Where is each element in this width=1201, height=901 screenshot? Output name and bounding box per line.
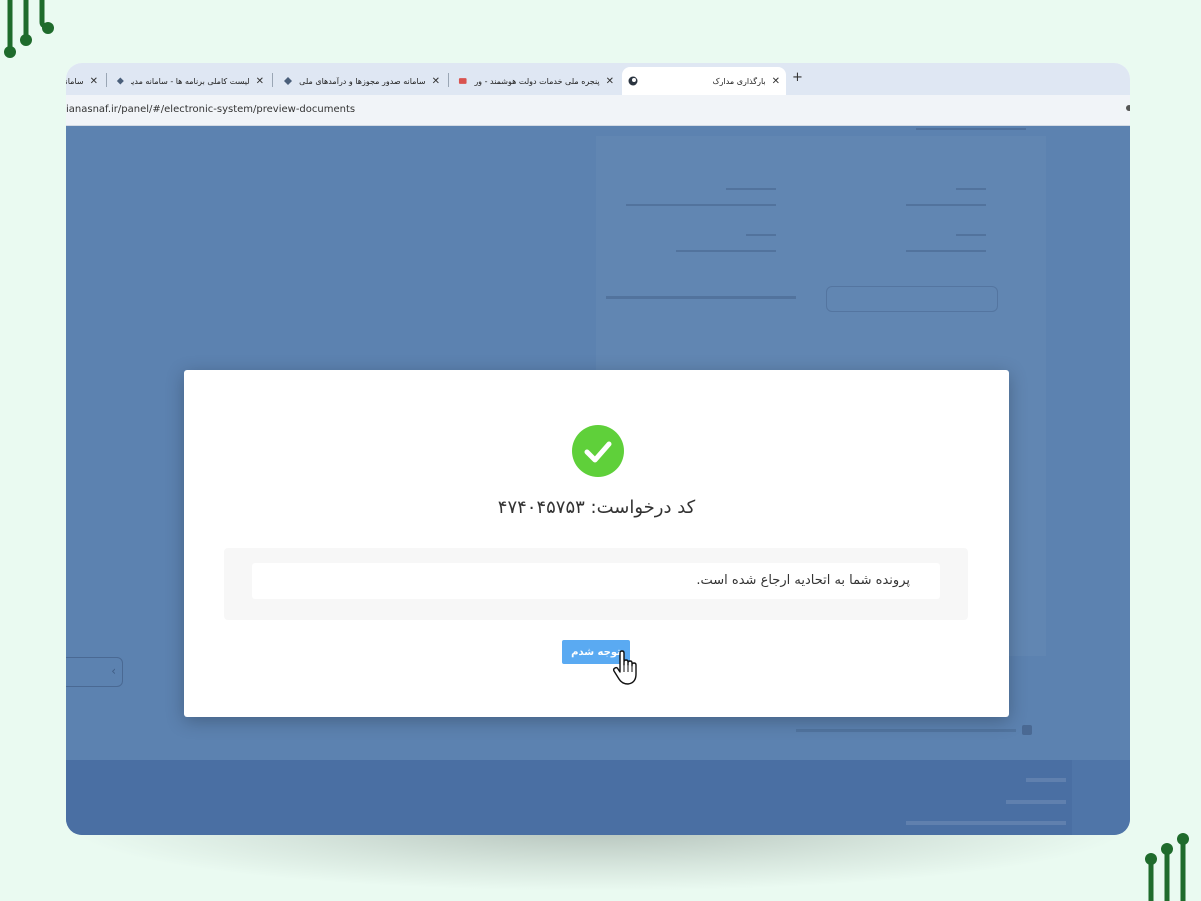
message-box: پرونده شما به اتحادیه ارجاع شده است. xyxy=(224,548,968,620)
tab-label: پنجره ملی خدمات دولت هوشمند - ورود xyxy=(473,76,600,86)
hand-pointer-icon xyxy=(612,650,637,685)
circuit-logo-icon xyxy=(4,0,54,58)
footer-side xyxy=(1072,760,1130,835)
site-favicon-icon xyxy=(458,78,467,84)
tab-label: سامانه صدور مجوزها و درآمدهای ملی xyxy=(299,76,426,86)
tab-close-icon[interactable]: ✕ xyxy=(606,76,614,87)
address-bar-icon[interactable] xyxy=(1126,105,1130,111)
tab-close-icon[interactable]: ✕ xyxy=(432,76,440,87)
site-favicon-icon xyxy=(116,77,124,85)
agreement-checkbox-row xyxy=(794,725,1032,736)
tab-upload-documents[interactable]: ✕ بارگذاری مدارک xyxy=(622,67,786,95)
browser-window: ✕ سامانه ✕ لیست کاملی برنامه ها - سامانه… xyxy=(66,63,1130,835)
site-favicon-icon xyxy=(628,76,638,86)
circuit-logo-icon xyxy=(1145,833,1189,901)
tab-label: لیست کاملی برنامه ها - سامانه مدیریت ا xyxy=(131,76,250,86)
address-bar[interactable]: ianasnaf.ir/panel/#/electronic-system/pr… xyxy=(66,95,1130,126)
tab-close-icon[interactable]: ✕ xyxy=(256,76,264,87)
tab-smart-gov[interactable]: ✕ پنجره ملی خدمات دولت هوشمند - ورود xyxy=(452,67,620,95)
site-favicon-icon xyxy=(284,77,293,85)
request-code: کد درخواست: ۴۷۴۰۴۵۷۵۳ xyxy=(497,497,696,518)
site-footer xyxy=(66,760,1072,835)
url-text[interactable]: ianasnaf.ir/panel/#/electronic-system/pr… xyxy=(66,104,355,115)
back-button: ‹ xyxy=(66,657,123,687)
tab-close-icon[interactable]: ✕ xyxy=(772,76,780,87)
referral-message: پرونده شما به اتحادیه ارجاع شده است. xyxy=(696,573,910,588)
checkbox xyxy=(1022,725,1032,735)
chevron-left-icon: ‹ xyxy=(111,664,116,678)
page-content: ‹ کد درخواست: ۴۷۴۰۴۵۷۵۳ پرونده شما به ات… xyxy=(66,126,1130,835)
new-tab-button[interactable]: + xyxy=(792,70,803,85)
message-panel: پرونده شما به اتحادیه ارجاع شده است. xyxy=(252,563,940,599)
tab-label: سامانه xyxy=(66,76,84,86)
tab-label: بارگذاری مدارک xyxy=(712,76,766,86)
success-modal: کد درخواست: ۴۷۴۰۴۵۷۵۳ پرونده شما به اتحا… xyxy=(184,370,1009,717)
tab-bar: ✕ سامانه ✕ لیست کاملی برنامه ها - سامانه… xyxy=(66,63,1130,95)
tab-samaneh[interactable]: ✕ سامانه xyxy=(66,67,104,95)
tab-close-icon[interactable]: ✕ xyxy=(90,76,98,87)
check-circle-icon xyxy=(572,425,624,477)
tab-program-list[interactable]: ✕ لیست کاملی برنامه ها - سامانه مدیریت ا xyxy=(110,67,270,95)
tab-permits[interactable]: ✕ سامانه صدور مجوزها و درآمدهای ملی xyxy=(276,67,446,95)
